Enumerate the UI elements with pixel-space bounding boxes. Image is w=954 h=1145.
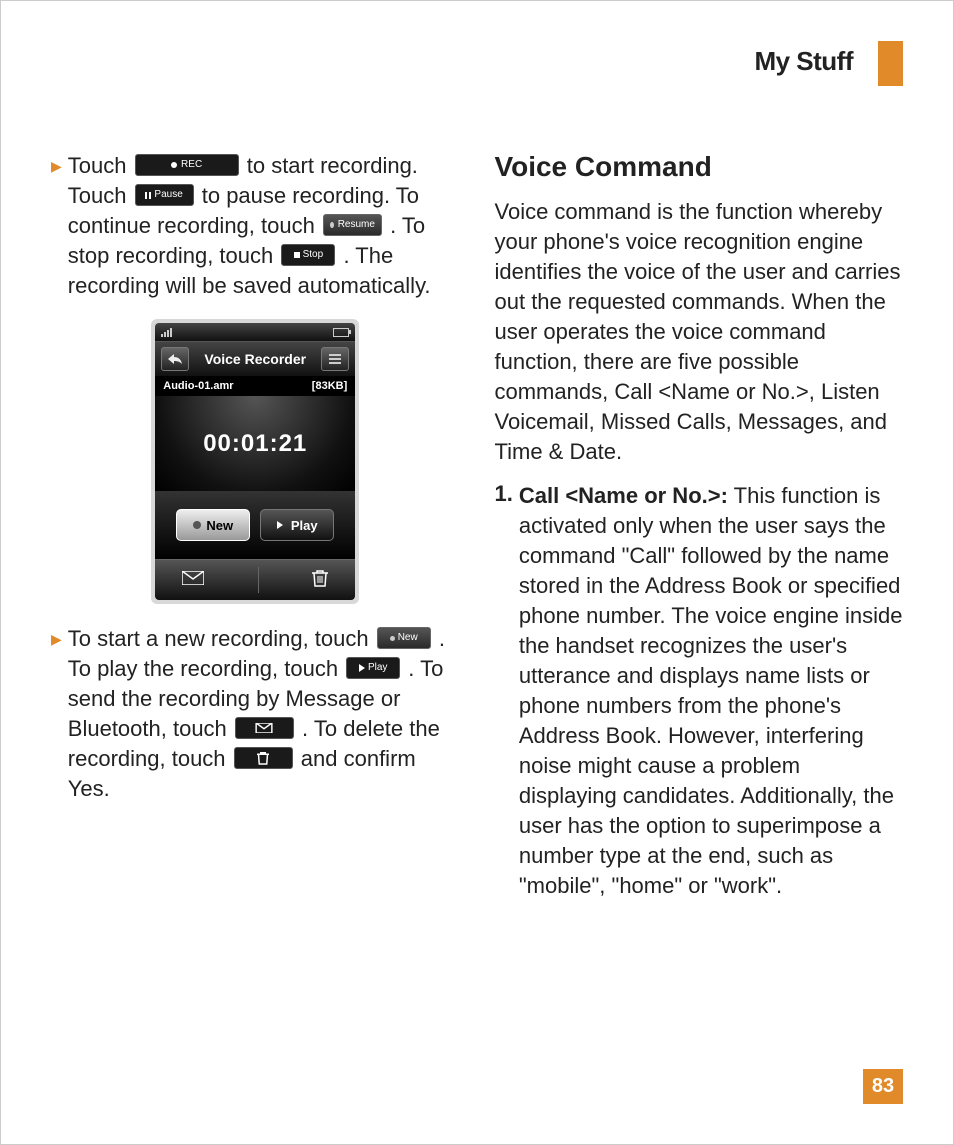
page-header-title: My Stuff [754, 46, 853, 77]
instruction-text: To start a new recording, touch New . To… [68, 624, 460, 804]
page-number-badge: 83 [863, 1069, 903, 1104]
play-button-icon: Play [346, 657, 400, 679]
phone-new-button: New [176, 509, 250, 541]
play-label: Play [368, 658, 387, 678]
new-dot-icon [390, 636, 395, 641]
menu-button-icon [321, 347, 349, 371]
message-icon [182, 571, 204, 590]
pause-label: Pause [154, 185, 182, 205]
signal-icon [161, 328, 172, 337]
item-body-text: This function is activated only when the… [519, 483, 903, 898]
filename-label: Audio-01.amr [163, 380, 233, 392]
section-heading-voice-command: Voice Command [495, 151, 904, 183]
pause-button-icon: Pause [135, 184, 194, 206]
phone-bottom-row [155, 559, 355, 600]
record-dot-icon [171, 162, 177, 168]
instruction-text: Touch REC to start recording. Touch Paus… [68, 151, 460, 301]
list-number: 1. [495, 481, 513, 901]
menu-lines-icon [329, 354, 341, 364]
right-column: Voice Command Voice command is the funct… [495, 151, 904, 901]
phone-play-button: Play [260, 509, 334, 541]
resume-label: Resume [338, 215, 375, 235]
text-fragment: Touch [68, 153, 133, 178]
rec-label: REC [181, 155, 202, 175]
rec-button-icon: REC [135, 154, 239, 176]
voice-command-intro: Voice command is the function whereby yo… [495, 197, 904, 467]
list-body: Call <Name or No.>: This function is act… [519, 481, 903, 901]
filesize-label: [83KB] [312, 380, 347, 392]
instruction-item-recording: ▶ Touch REC to start recording. Touch Pa… [51, 151, 460, 301]
back-button-icon [161, 347, 189, 371]
message-button-icon [235, 717, 294, 739]
resume-button-icon: Resume [323, 214, 382, 236]
header-accent-stripe [878, 41, 903, 86]
phone-play-label: Play [291, 518, 318, 533]
text-fragment: To start a new recording, touch [68, 626, 375, 651]
phone-screenshot: Voice Recorder Audio-01.amr [83KB] 00:01… [151, 319, 359, 604]
delete-button-icon [234, 747, 293, 769]
trash-icon [312, 569, 328, 592]
phone-title-label: Voice Recorder [204, 351, 306, 367]
stop-icon [294, 252, 300, 258]
phone-titlebar: Voice Recorder [155, 341, 355, 376]
phone-timer: 00:01:21 [155, 396, 355, 491]
stop-label: Stop [303, 245, 324, 265]
phone-statusbar [155, 323, 355, 341]
divider [258, 567, 259, 593]
voice-command-item-1: 1. Call <Name or No.>: This function is … [495, 481, 904, 901]
play-icon [359, 664, 365, 672]
new-dot-icon [193, 521, 201, 529]
battery-icon [333, 328, 349, 337]
play-icon [277, 521, 283, 529]
left-column: ▶ Touch REC to start recording. Touch Pa… [51, 151, 460, 901]
new-label: New [398, 628, 418, 648]
new-button-icon: New [377, 627, 431, 649]
item-title: Call <Name or No.>: [519, 483, 728, 508]
bullet-arrow-icon: ▶ [51, 153, 62, 179]
phone-new-label: New [206, 518, 233, 533]
phone-fileinfo: Audio-01.amr [83KB] [155, 376, 355, 396]
bullet-arrow-icon: ▶ [51, 626, 62, 652]
pause-icon [145, 192, 151, 199]
record-dot-icon [330, 222, 334, 228]
stop-button-icon: Stop [281, 244, 335, 266]
phone-button-row: New Play [155, 491, 355, 559]
instruction-item-playback: ▶ To start a new recording, touch New . … [51, 624, 460, 804]
